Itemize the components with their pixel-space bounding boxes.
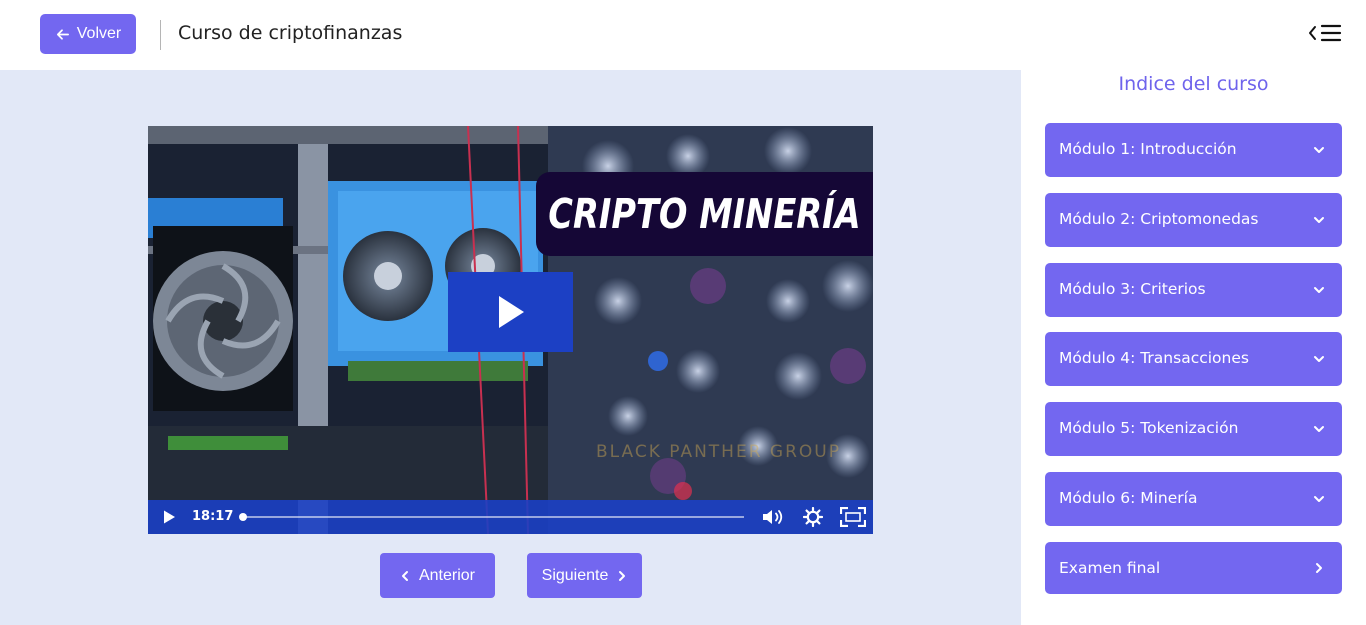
module-1-item[interactable]: Módulo 1: Introducción [1045, 123, 1342, 177]
play-icon [498, 296, 524, 328]
chevron-down-icon [1314, 426, 1324, 432]
player-controls: 18:17 [148, 500, 873, 534]
next-button[interactable]: Siguiente [527, 553, 642, 598]
chevron-right-icon [619, 570, 626, 581]
module-label: Módulo 6: Minería [1059, 489, 1198, 507]
sidebar-toggle-icon[interactable] [1308, 22, 1344, 44]
arrow-left-icon [56, 28, 69, 40]
chevron-down-icon [1314, 496, 1324, 502]
video-watermark: BLACK PANTHER GROUP [596, 442, 841, 462]
module-label: Módulo 4: Transacciones [1059, 349, 1249, 367]
module-label: Módulo 1: Introducción [1059, 140, 1237, 158]
video-title: CRIPTO MINERÍA [548, 190, 861, 238]
progress-handle[interactable] [239, 513, 247, 521]
play-icon[interactable] [161, 509, 177, 525]
chevron-down-icon [1314, 356, 1324, 362]
header-divider [160, 20, 161, 50]
module-4-item[interactable]: Módulo 4: Transacciones [1045, 332, 1342, 386]
module-2-item[interactable]: Módulo 2: Criptomonedas [1045, 193, 1342, 247]
video-player[interactable]: CRIPTO MINERÍA BLACK PANTHER GROUP 18:17 [148, 126, 873, 534]
module-label: Módulo 2: Criptomonedas [1059, 210, 1259, 228]
module-label: Módulo 3: Criterios [1059, 280, 1206, 298]
module-label: Módulo 5: Tokenización [1059, 419, 1239, 437]
volume-icon[interactable] [762, 508, 784, 526]
course-index-sidebar: Indice del curso Módulo 1: Introducción … [1021, 70, 1366, 625]
previous-button-label: Anterior [418, 566, 476, 584]
video-title-box: CRIPTO MINERÍA [536, 172, 873, 256]
fullscreen-icon[interactable] [840, 507, 866, 527]
back-button[interactable]: Volver [40, 14, 136, 54]
next-button-label: Siguiente [541, 566, 609, 584]
chevron-left-icon [401, 570, 408, 581]
big-play-button[interactable] [448, 272, 573, 352]
progress-bar[interactable] [242, 516, 744, 518]
course-title: Curso de criptofinanzas [178, 22, 403, 44]
final-exam-item[interactable]: Examen final [1045, 542, 1342, 594]
module-5-item[interactable]: Módulo 5: Tokenización [1045, 402, 1342, 456]
video-time: 18:17 [192, 509, 234, 524]
module-6-item[interactable]: Módulo 6: Minería [1045, 472, 1342, 526]
back-button-label: Volver [76, 25, 122, 42]
chevron-right-icon [1316, 563, 1322, 573]
settings-icon[interactable] [803, 507, 823, 527]
top-header: Volver Curso de criptofinanzas [0, 0, 1366, 70]
module-label: Examen final [1059, 559, 1161, 577]
module-3-item[interactable]: Módulo 3: Criterios [1045, 263, 1342, 317]
chevron-down-icon [1314, 287, 1324, 293]
previous-button[interactable]: Anterior [380, 553, 495, 598]
content-area: CRIPTO MINERÍA BLACK PANTHER GROUP 18:17 [0, 70, 1021, 625]
chevron-down-icon [1314, 217, 1324, 223]
chevron-down-icon [1314, 147, 1324, 153]
sidebar-title: Indice del curso [1118, 73, 1269, 95]
